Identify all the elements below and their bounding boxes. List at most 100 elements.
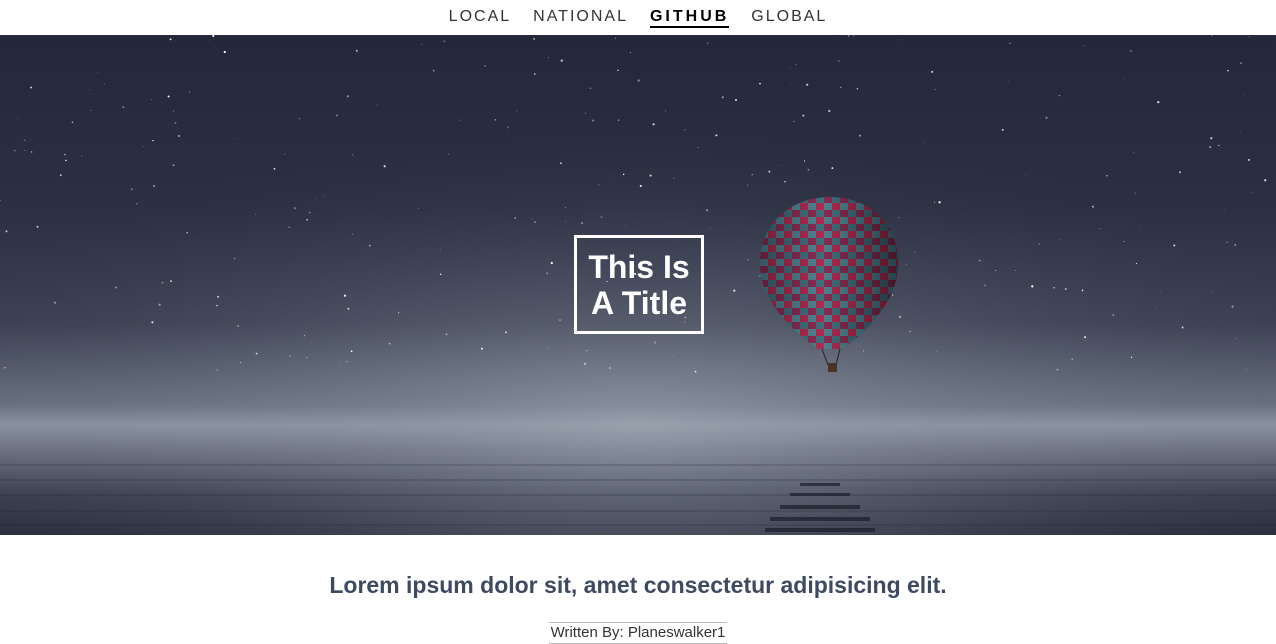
star [1064,288,1067,290]
nav-link-github[interactable]: GITHUB [649,8,730,28]
star [1209,146,1212,148]
star [1248,36,1250,38]
star [284,153,286,155]
star [694,370,697,373]
star [1009,42,1011,45]
star [1140,227,1142,229]
nav-link-national[interactable]: NATIONAL [533,8,628,27]
star [673,177,675,179]
star [622,173,625,176]
star [592,119,595,122]
star [898,39,900,41]
star [1239,62,1242,65]
star [316,198,317,200]
star [1246,368,1248,370]
star [978,259,981,262]
star [303,334,306,337]
star [684,129,686,131]
star [346,360,348,363]
star [314,291,316,292]
star [1045,116,1048,119]
star [71,121,74,124]
nav-link-local[interactable]: LOCAL [449,8,511,27]
star [161,281,164,284]
star [16,117,18,119]
hero-banner: This Is A Title [0,35,1276,535]
star [216,369,219,371]
hero-title-line1: This Is [588,248,690,285]
star [484,65,486,67]
star [197,238,199,239]
star [167,95,170,98]
star [1156,306,1157,308]
star [1173,244,1176,247]
star [790,83,791,84]
star [863,350,865,352]
star [859,134,862,137]
star [924,143,926,145]
star [151,321,154,324]
star [735,99,737,102]
star [443,40,445,42]
star [136,203,138,205]
star [23,139,26,142]
star [96,71,98,73]
star [560,162,562,164]
star [747,258,750,261]
star [547,347,549,349]
star [369,244,371,247]
star [169,38,172,41]
star [533,73,536,75]
star [654,341,657,344]
star [560,59,563,62]
star [375,374,377,375]
star [531,218,533,220]
star [306,218,309,221]
star [1130,356,1133,358]
star [36,225,39,228]
star [1223,209,1225,211]
star [346,95,349,98]
star [298,118,301,120]
star [53,301,57,304]
star [589,87,592,89]
star [803,160,806,162]
star [1248,158,1251,161]
star [935,351,937,353]
star [174,121,177,124]
star [934,201,936,203]
star [350,350,353,353]
nav-link-global[interactable]: GLOBAL [751,8,827,27]
star [1059,238,1061,240]
star [306,357,308,359]
star [103,83,105,85]
star [838,60,840,62]
star [546,272,549,275]
star [432,69,435,72]
star [507,131,508,132]
star [223,50,226,54]
star [909,330,911,333]
star [89,89,91,91]
star [1084,336,1087,339]
star [64,153,66,156]
star [565,221,566,223]
star [98,334,99,335]
star [1264,179,1267,182]
star [598,184,600,186]
star [445,333,448,336]
star [507,126,509,128]
star [13,149,16,152]
star [548,57,549,59]
star [237,138,239,139]
star [733,289,736,292]
star [150,99,152,101]
hero-title-box: This Is A Title [574,235,704,334]
star [439,249,441,250]
star [122,106,125,109]
star [665,110,666,112]
star [533,38,535,40]
star [24,150,26,152]
star [1112,314,1114,316]
star [585,349,588,352]
